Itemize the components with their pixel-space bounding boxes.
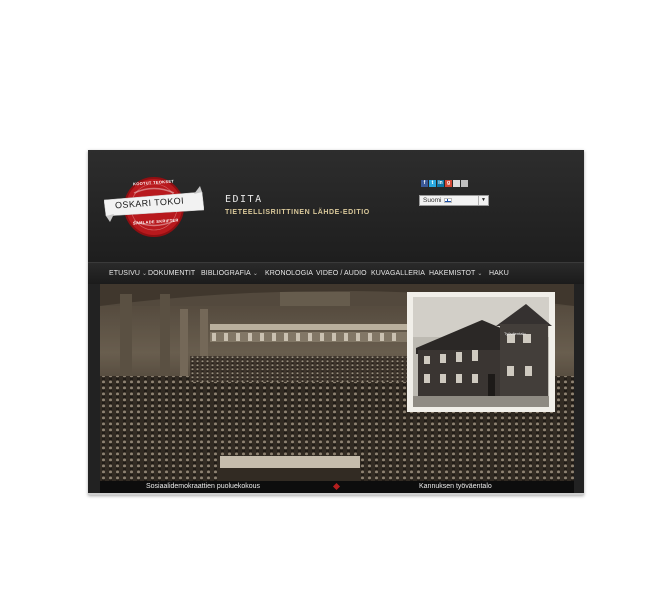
- facebook-icon[interactable]: f: [421, 180, 428, 187]
- nav-item-kuvagalleria[interactable]: KUVAGALLERIA: [371, 263, 425, 285]
- language-select[interactable]: Suomi ▼: [419, 195, 489, 206]
- nav-item-dokumentit[interactable]: DOKUMENTIT: [148, 263, 195, 285]
- site-header: KOOTUT TEOKSET OSKARI TOKOI SAMLADE SKRI…: [88, 150, 584, 262]
- window-footer-strip: [88, 493, 584, 495]
- chevron-down-icon: ⌄: [252, 271, 258, 277]
- party-congress-hall-photo: [100, 284, 574, 481]
- workers-house-inset-photo: [407, 292, 555, 412]
- site-window: KOOTUT TEOKSET OSKARI TOKOI SAMLADE SKRI…: [88, 150, 584, 495]
- language-selected: Suomi: [423, 197, 442, 204]
- chevron-down-icon: ⌄: [477, 271, 483, 277]
- chevron-down-icon: ⌄: [142, 271, 148, 277]
- nav-label: VIDEO / AUDIO: [316, 270, 367, 277]
- main-nav: ETUSIVU ⌄ DOKUMENTIT BIBLIOGRAFIA ⌄ KRONOL…: [88, 262, 584, 284]
- caption-left[interactable]: Sosiaalidemokraattien puoluekokous: [146, 481, 260, 493]
- linkedin-icon[interactable]: in: [437, 180, 444, 187]
- nav-label: BIBLIOGRAFIA: [201, 270, 251, 277]
- hero-slideshow[interactable]: Työväentalo: [100, 284, 574, 481]
- print-icon[interactable]: [461, 180, 468, 187]
- nav-item-haku[interactable]: HAKU: [489, 263, 509, 285]
- brand: EDITA TIETEELLISRIITTINEN LÄHDE-EDITIO: [225, 194, 370, 216]
- brand-name: EDITA: [225, 194, 263, 205]
- twitter-icon[interactable]: t: [429, 180, 436, 187]
- caption-right[interactable]: Kannuksen työväentalo: [419, 481, 492, 493]
- google-plus-icon[interactable]: g: [445, 180, 452, 187]
- nav-item-hakemistot[interactable]: HAKEMISTOT ⌄: [429, 263, 483, 285]
- nav-label: KUVAGALLERIA: [371, 270, 425, 277]
- brand-subtitle: TIETEELLISRIITTINEN LÄHDE-EDITIO: [225, 209, 370, 216]
- social-icons: f t in g: [421, 180, 468, 187]
- chevron-down-icon[interactable]: ▼: [478, 196, 488, 205]
- email-icon[interactable]: [453, 180, 460, 187]
- nav-label: HAKU: [489, 270, 509, 277]
- nav-item-video-audio[interactable]: VIDEO / AUDIO: [316, 263, 367, 285]
- slideshow-caption-bar: Sosiaalidemokraattien puoluekokous Kannu…: [100, 481, 574, 493]
- nav-label: ETUSIVU: [109, 270, 141, 277]
- nav-item-bibliografia[interactable]: BIBLIOGRAFIA ⌄: [201, 263, 258, 285]
- nav-label: KRONOLOGIA: [265, 270, 314, 277]
- finland-flag-icon: [444, 198, 452, 203]
- nav-item-kronologia[interactable]: KRONOLOGIA: [265, 263, 313, 285]
- inset-sign-text: Työväentalo: [504, 331, 526, 336]
- nav-label: DOKUMENTIT: [148, 270, 196, 277]
- nav-item-etusivu[interactable]: ETUSIVU ⌄: [109, 263, 147, 285]
- diamond-separator-icon: [332, 482, 341, 491]
- nav-label: HAKEMISTOT: [429, 270, 476, 277]
